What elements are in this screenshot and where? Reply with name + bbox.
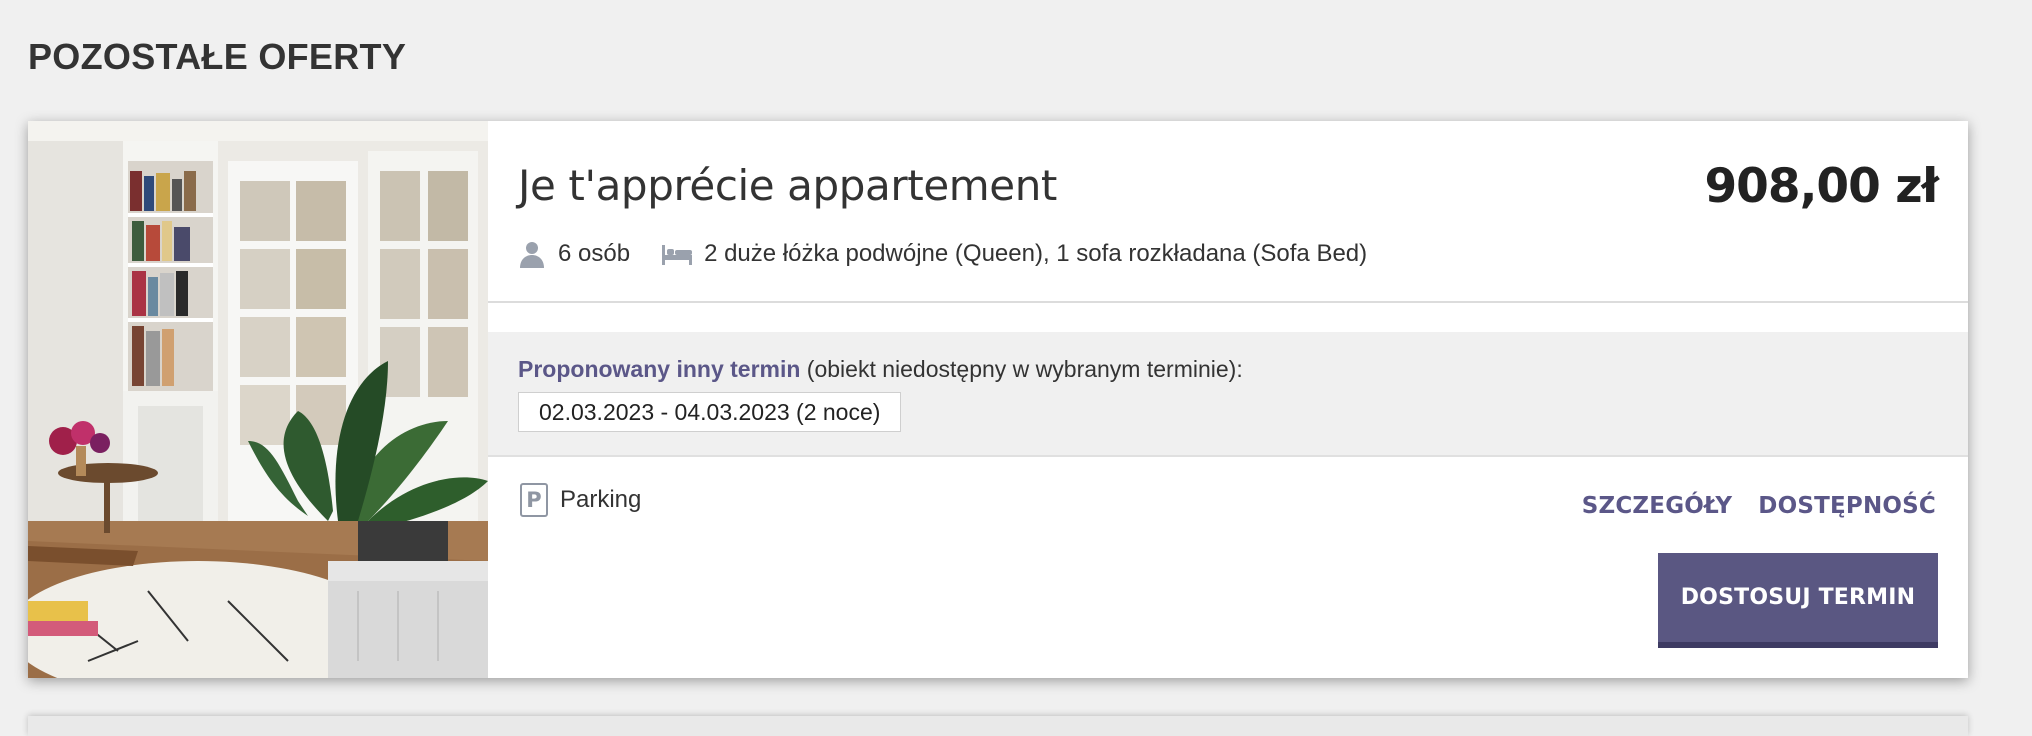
alternative-dates-note: (obiekt niedostępny w wybranym terminie)… (800, 356, 1243, 382)
offer-price: 908,00 zł (1704, 159, 1939, 214)
person-icon (518, 240, 546, 268)
amenity-parking: P Parking (520, 483, 641, 517)
offer-photo[interactable] (28, 121, 488, 678)
apartment-interior-image (28, 121, 488, 678)
next-offer-card-edge (28, 716, 1968, 736)
divider (488, 301, 1968, 303)
alternative-dates-box: Proponowany inny termin (obiekt niedostę… (488, 332, 1968, 457)
availability-link[interactable]: DOSTĘPNOŚĆ (1758, 493, 1936, 519)
offer-meta: 6 osób 2 duże łóżka podwójne (Queen), 1 … (518, 239, 1399, 269)
offer-title[interactable]: Je t'apprécie appartement (518, 161, 1057, 210)
alternative-dates-label: Proponowany inny termin (obiekt niedostę… (518, 356, 1243, 383)
adjust-dates-button[interactable]: DOSTOSUJ TERMIN (1658, 553, 1938, 648)
amenity-label: Parking (560, 486, 642, 513)
offer-links: SZCZEGÓŁY DOSTĘPNOŚĆ (1582, 493, 1936, 519)
guests-info: 6 osób (518, 240, 630, 268)
offer-card: Je t'apprécie appartement 908,00 zł 6 os… (28, 121, 1968, 678)
guests-label: 6 osób (558, 240, 631, 267)
parking-icon: P (520, 483, 548, 517)
section-title: POZOSTAŁE OFERTY (28, 36, 407, 77)
alternative-date-range[interactable]: 02.03.2023 - 04.03.2023 (2 noce) (518, 392, 902, 432)
beds-label: 2 duże łóżka podwójne (Queen), 1 sofa ro… (704, 240, 1368, 267)
beds-info: 2 duże łóżka podwójne (Queen), 1 sofa ro… (662, 240, 1367, 268)
details-link[interactable]: SZCZEGÓŁY (1582, 493, 1733, 519)
bed-icon (662, 243, 693, 265)
alternative-dates-accent: Proponowany inny termin (518, 356, 801, 382)
offer-content: Je t'apprécie appartement 908,00 zł 6 os… (488, 121, 1968, 678)
